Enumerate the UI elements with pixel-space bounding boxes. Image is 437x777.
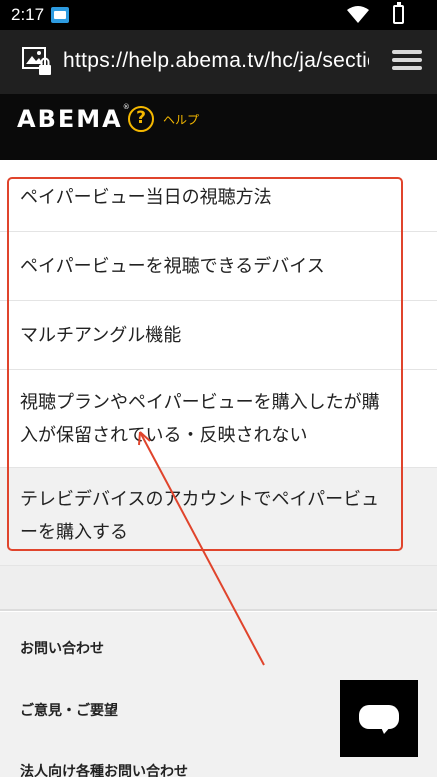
- help-label[interactable]: ヘルプ: [163, 111, 199, 128]
- chat-icon: [359, 705, 399, 734]
- article-title-line: テレビデバイスのアカウントでペイパービュ: [20, 489, 380, 510]
- footer-link-feedback[interactable]: ご意見・ご要望: [20, 700, 118, 720]
- status-bar: 2:17: [0, 0, 437, 30]
- tabs-menu-icon[interactable]: [392, 50, 422, 74]
- footer-link-contact[interactable]: お問い合わせ: [20, 638, 104, 658]
- status-time: 2:17: [11, 5, 45, 24]
- article-title: マルチアングル機能: [20, 325, 182, 346]
- section-divider: [0, 566, 437, 611]
- article-link[interactable]: ペイパービューを視聴できるデバイス: [0, 232, 437, 301]
- article-title-line: ーを購入する: [20, 522, 128, 543]
- browser-url-bar: https://help.abema.tv/hc/ja/sections: [0, 30, 437, 94]
- article-title-line: 入が保留されている・反映されない: [20, 425, 308, 446]
- article-link[interactable]: テレビデバイスのアカウントでペイパービュ ーを購入する: [0, 468, 437, 566]
- article-link[interactable]: 視聴プランやペイパービューを購入したが購 入が保留されている・反映されない: [0, 370, 437, 468]
- article-title: ペイパービューを視聴できるデバイス: [20, 256, 325, 277]
- abema-logo[interactable]: ABEMA®: [17, 103, 130, 133]
- url-field[interactable]: https://help.abema.tv/hc/ja/sections: [63, 49, 369, 77]
- article-title-line: 視聴プランやペイパービューを購入したが購: [20, 392, 380, 413]
- wifi-icon: [347, 6, 369, 23]
- chat-button[interactable]: [340, 680, 418, 757]
- site-info-icon[interactable]: [22, 47, 54, 77]
- battery-icon: [393, 2, 404, 24]
- article-title: ペイパービュー当日の視聴方法: [20, 187, 272, 208]
- help-circle-icon[interactable]: ?: [128, 106, 154, 132]
- abema-notification-icon: [51, 7, 69, 23]
- article-link[interactable]: ペイパービュー当日の視聴方法: [0, 163, 437, 232]
- article-link[interactable]: マルチアングル機能: [0, 301, 437, 370]
- footer-link-business[interactable]: 法人向け各種お問い合わせ: [20, 761, 188, 777]
- site-header: ABEMA® ? ヘルプ: [0, 94, 437, 160]
